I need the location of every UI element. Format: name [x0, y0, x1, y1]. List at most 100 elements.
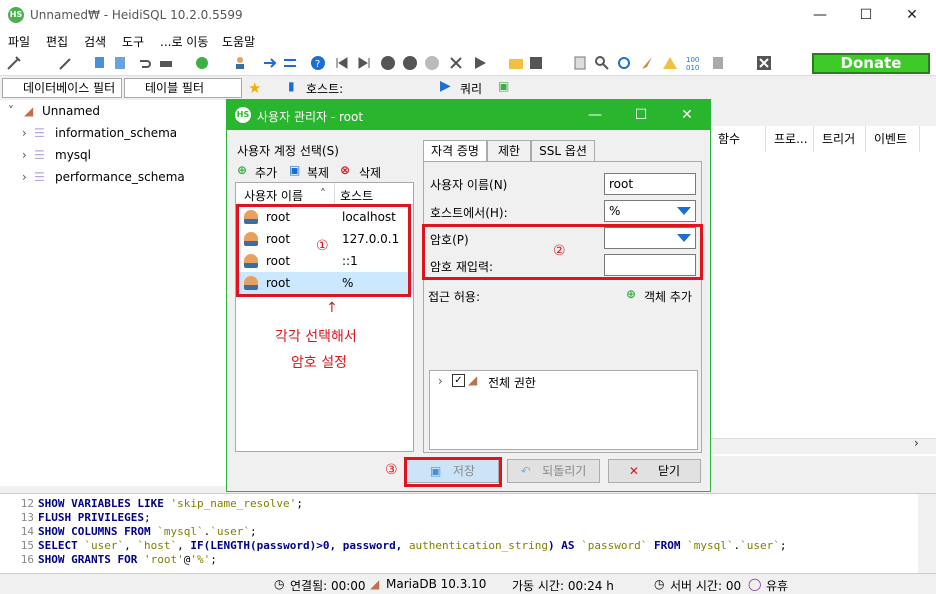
- menu-search[interactable]: 검색: [84, 33, 106, 50]
- cancel-icon[interactable]: [448, 55, 464, 71]
- user-manager-icon[interactable]: [234, 55, 250, 71]
- fromhost-select[interactable]: %: [604, 200, 696, 222]
- table-filter-input[interactable]: 테이블 필터: [124, 78, 242, 98]
- last-icon[interactable]: [356, 55, 372, 71]
- star-icon[interactable]: ★: [248, 79, 261, 97]
- username-input[interactable]: root: [604, 173, 696, 195]
- expand-icon[interactable]: ›: [438, 374, 443, 388]
- sort-up-icon: ˄: [320, 187, 326, 201]
- status-server-time: 서버 시간: 00: [670, 579, 742, 593]
- col-header-procedures[interactable]: 프로...: [766, 126, 814, 152]
- expand-icon[interactable]: ›: [22, 148, 27, 162]
- new-query-tab-icon[interactable]: ▣: [498, 79, 509, 93]
- toolbar: ? 100 010: [0, 50, 936, 76]
- clone-user-button[interactable]: 복제: [307, 164, 329, 181]
- tab-ssl-options[interactable]: SSL 옵션: [531, 140, 595, 162]
- tree-item-information-schema[interactable]: information_schema: [55, 126, 177, 140]
- col-header-user[interactable]: 사용자 이름: [244, 187, 303, 204]
- maximize-button[interactable]: ☐: [843, 0, 889, 30]
- tab-limits[interactable]: 제한: [487, 140, 531, 162]
- dialog-maximize-button[interactable]: ☐: [618, 100, 664, 130]
- save-icon[interactable]: [528, 55, 544, 71]
- add-icon[interactable]: [380, 55, 396, 71]
- dialog-close-button[interactable]: ✕: [664, 100, 710, 130]
- document-icon[interactable]: [572, 55, 588, 71]
- username-label: 사용자 이름(N): [430, 178, 508, 192]
- svg-text:010: 010: [686, 64, 699, 71]
- replace-icon[interactable]: [616, 55, 632, 71]
- query-tab-label[interactable]: 쿼리: [460, 80, 482, 97]
- paste-special-icon[interactable]: [710, 55, 726, 71]
- arrow-right-icon[interactable]: [262, 55, 278, 71]
- donate-button[interactable]: Donate: [812, 53, 930, 74]
- expand-icon[interactable]: ›: [22, 126, 27, 140]
- status-uptime: 가동 시간: 00:24 h: [512, 579, 614, 593]
- tree-item-performance-schema[interactable]: performance_schema: [55, 170, 185, 184]
- all-privileges-checkbox[interactable]: ✓: [452, 374, 465, 387]
- minimize-button[interactable]: —: [797, 0, 843, 30]
- menu-tools[interactable]: 도구: [122, 33, 144, 50]
- collapse-icon[interactable]: ˅: [8, 104, 14, 118]
- sql-log[interactable]: 12 SHOW VARIABLES LIKE 'skip_name_resolv…: [0, 493, 936, 574]
- binary-icon[interactable]: 100010: [686, 55, 702, 71]
- all-privileges-label: 전체 권한: [488, 376, 536, 390]
- col-header-functions[interactable]: 함수: [710, 126, 766, 152]
- tab-credentials[interactable]: 자격 증명: [423, 140, 487, 163]
- idle-icon: ◯: [748, 577, 762, 591]
- annotation-number-3: ③: [385, 462, 398, 478]
- disconnect-icon[interactable]: [58, 55, 74, 71]
- expand-icon[interactable]: ›: [22, 170, 27, 184]
- broom-icon[interactable]: [640, 55, 656, 71]
- refresh-icon[interactable]: [194, 55, 210, 71]
- list-header: 사용자 이름 ˄ 호스트: [236, 183, 413, 205]
- menu-edit[interactable]: 편집: [46, 33, 68, 50]
- line-number: 14: [20, 525, 34, 538]
- vertical-scrollbar[interactable]: [918, 494, 936, 574]
- dropdown-arrow-icon: [677, 207, 691, 215]
- delete-user-button[interactable]: 삭제: [359, 164, 381, 181]
- close-button[interactable]: ✕ 닫기: [608, 459, 701, 483]
- paste-icon[interactable]: [112, 55, 128, 71]
- heidisql-logo-icon: HS: [8, 7, 24, 23]
- print-icon[interactable]: [158, 55, 174, 71]
- swap-icon[interactable]: [282, 55, 298, 71]
- status-connected: 연결됨: 00:00: [290, 579, 366, 593]
- folder-icon[interactable]: [508, 55, 524, 71]
- add-user-button[interactable]: 추가: [255, 164, 277, 181]
- check-icon[interactable]: [424, 55, 440, 71]
- warning-icon[interactable]: [662, 55, 678, 71]
- menu-help[interactable]: 도움말: [222, 33, 255, 50]
- revert-button[interactable]: ↶ 되돌리기: [507, 459, 600, 483]
- delete-user-icon: ⊗: [340, 163, 351, 177]
- undo-icon[interactable]: [136, 55, 152, 71]
- status-bar: ◷ 연결됨: 00:00 ◢ MariaDB 10.3.10 가동 시간: 00…: [0, 573, 936, 593]
- host-tab-label[interactable]: 호스트:: [306, 80, 343, 97]
- svg-text:100: 100: [686, 56, 699, 64]
- help-icon[interactable]: ?: [310, 55, 326, 71]
- close-tab-icon[interactable]: [756, 55, 772, 71]
- horizontal-scrollbar[interactable]: [710, 438, 936, 454]
- connect-icon[interactable]: [6, 55, 22, 71]
- scroll-right-icon[interactable]: ›: [914, 436, 919, 450]
- database-filter-input[interactable]: 데이터베이스 필터: [2, 78, 122, 98]
- menu-file[interactable]: 파일: [8, 33, 30, 50]
- menu-bar: 파일 편집 검색 도구 ...로 이동 도움말: [0, 30, 936, 50]
- tree-item-mysql[interactable]: mysql: [55, 148, 91, 162]
- dialog-title: 사용자 관리자 - root: [257, 110, 364, 124]
- annotation-number-1: ①: [316, 238, 329, 254]
- col-header-triggers[interactable]: 트리거: [814, 126, 866, 152]
- col-header-host[interactable]: 호스트: [340, 187, 373, 204]
- delete-icon[interactable]: [402, 55, 418, 71]
- line-number: 13: [20, 511, 34, 524]
- add-object-button[interactable]: 객체 추가: [644, 288, 692, 305]
- col-header-events[interactable]: 이벤트: [866, 126, 920, 152]
- tree-root-unnamed[interactable]: Unnamed: [42, 104, 100, 118]
- clock-icon: ◷: [654, 577, 665, 591]
- close-window-button[interactable]: ✕: [889, 0, 935, 30]
- copy-icon[interactable]: [92, 55, 108, 71]
- first-icon[interactable]: [334, 55, 350, 71]
- find-icon[interactable]: [594, 55, 610, 71]
- dialog-minimize-button[interactable]: —: [572, 100, 618, 130]
- menu-goto[interactable]: ...로 이동: [160, 33, 208, 50]
- execute-icon[interactable]: [472, 55, 488, 71]
